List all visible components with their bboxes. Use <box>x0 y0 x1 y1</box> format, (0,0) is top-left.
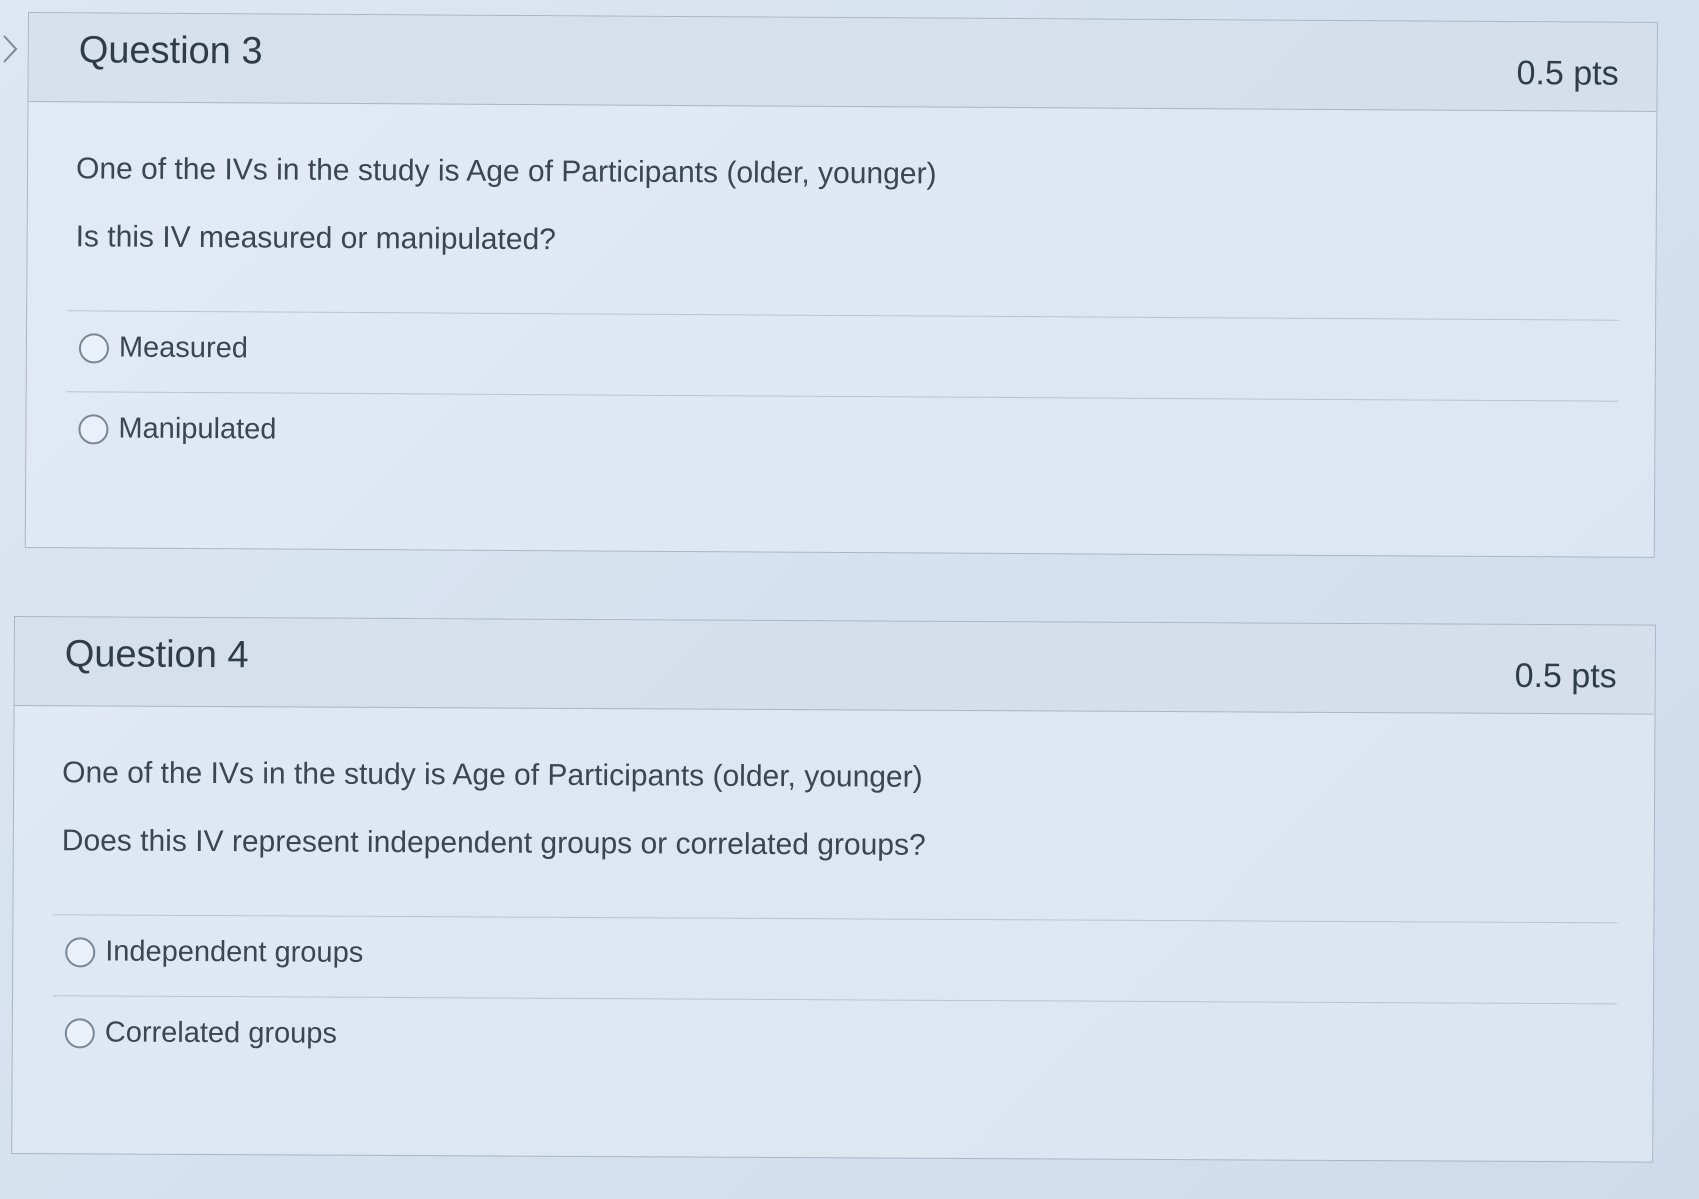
question-subprompt: Does this IV represent independent group… <box>61 824 926 862</box>
question-title: Question 3 <box>78 29 263 73</box>
radio-unselected-icon[interactable] <box>64 1018 95 1049</box>
question-title: Question 4 <box>64 633 249 677</box>
answer-list: Independent groups Correlated groups <box>52 914 1618 1085</box>
answer-option[interactable]: Correlated groups <box>52 995 1617 1085</box>
answer-label[interactable]: Independent groups <box>105 935 363 969</box>
answer-label[interactable]: Measured <box>119 332 248 366</box>
answer-list: Measured Manipulated <box>66 310 1620 482</box>
question-card-4: Question 4 0.5 pts One of the IVs in the… <box>11 616 1656 1163</box>
answer-label[interactable]: Manipulated <box>118 413 276 447</box>
answer-option[interactable]: Independent groups <box>53 914 1618 1004</box>
answer-option[interactable]: Manipulated <box>66 391 1619 482</box>
radio-unselected-icon[interactable] <box>78 414 109 445</box>
chevron-right-icon[interactable] <box>0 32 22 66</box>
question-points: 0.5 pts <box>1516 54 1619 93</box>
question-header: Question 4 0.5 pts <box>14 617 1655 715</box>
question-points: 0.5 pts <box>1514 656 1617 696</box>
radio-unselected-icon[interactable] <box>65 937 96 968</box>
question-card-3: Question 3 0.5 pts One of the IVs in the… <box>24 12 1658 558</box>
answer-option[interactable]: Measured <box>66 310 1620 401</box>
question-header: Question 3 0.5 pts <box>28 13 1657 112</box>
answer-label[interactable]: Correlated groups <box>105 1016 337 1050</box>
radio-unselected-icon[interactable] <box>78 333 110 364</box>
question-prompt: One of the IVs in the study is Age of Pa… <box>75 152 937 191</box>
question-subprompt: Is this IV measured or manipulated? <box>75 220 556 257</box>
question-prompt: One of the IVs in the study is Age of Pa… <box>62 756 923 794</box>
